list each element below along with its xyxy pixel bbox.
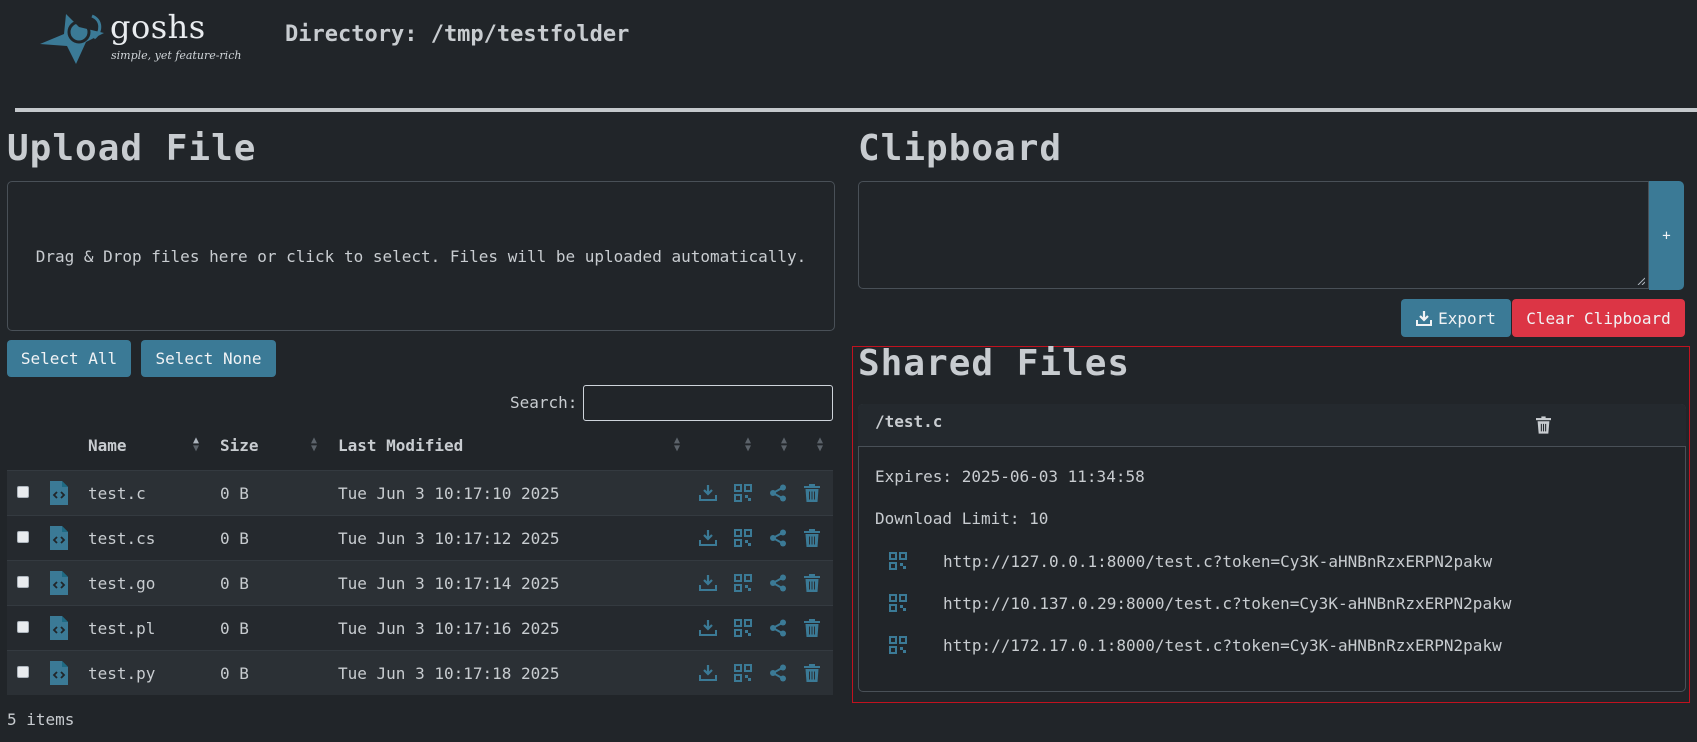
qr-code-icon[interactable]: [889, 636, 907, 654]
row-checkbox[interactable]: [17, 531, 29, 543]
share-icon[interactable]: [769, 664, 787, 682]
row-checkbox[interactable]: [17, 576, 29, 588]
file-code-icon: [48, 571, 70, 595]
file-modified: Tue Jun 3 10:17:10 2025: [338, 484, 560, 503]
download-icon[interactable]: [699, 574, 717, 592]
file-code-icon: [48, 481, 70, 505]
file-name-link[interactable]: test.cs: [88, 529, 155, 548]
qr-code-icon[interactable]: [734, 484, 752, 502]
shared-expires: Expires: 2025-06-03 11:34:58: [875, 467, 1145, 486]
shared-files-title: Shared Files: [858, 343, 1131, 384]
search-input[interactable]: [583, 385, 833, 421]
sort-modified-icon[interactable]: ▲ ▼: [673, 436, 681, 454]
row-checkbox[interactable]: [17, 621, 29, 633]
directory-title: Directory: /tmp/testfolder: [285, 22, 630, 47]
qr-code-icon[interactable]: [889, 594, 907, 612]
file-code-icon: [48, 526, 70, 550]
trash-icon[interactable]: [804, 529, 822, 547]
download-icon[interactable]: [699, 619, 717, 637]
file-name-link[interactable]: test.py: [88, 664, 155, 683]
resize-handle-icon[interactable]: [1637, 277, 1645, 285]
row-checkbox[interactable]: [17, 486, 29, 498]
table-row: test.pl 0 B Tue Jun 3 10:17:16 2025: [7, 605, 833, 650]
shared-link[interactable]: http://172.17.0.1:8000/test.c?token=Cy3K…: [943, 636, 1502, 655]
qr-code-icon[interactable]: [889, 552, 907, 570]
trash-icon[interactable]: [804, 484, 822, 502]
sort-action-icon[interactable]: ▲ ▼: [816, 436, 824, 454]
file-size: 0 B: [220, 484, 249, 503]
file-size: 0 B: [220, 664, 249, 683]
table-row: test.cs 0 B Tue Jun 3 10:17:12 2025: [7, 515, 833, 560]
upload-title: Upload File: [7, 128, 257, 169]
items-count: 5 items: [7, 710, 75, 729]
qr-code-icon[interactable]: [734, 619, 752, 637]
trash-icon[interactable]: [1536, 416, 1551, 434]
file-code-icon: [48, 661, 70, 685]
trash-icon[interactable]: [804, 664, 822, 682]
header-divider: [15, 108, 1697, 112]
sort-action-icon[interactable]: ▲ ▼: [780, 436, 788, 454]
shared-link[interactable]: http://10.137.0.29:8000/test.c?token=Cy3…: [943, 594, 1511, 613]
share-icon[interactable]: [769, 484, 787, 502]
shared-download-limit: Download Limit: 10: [875, 509, 1049, 528]
select-none-button[interactable]: Select None: [141, 340, 276, 377]
clipboard-title: Clipboard: [858, 128, 1063, 169]
search-label: Search:: [510, 393, 578, 412]
column-header-name[interactable]: Name: [88, 436, 127, 455]
share-icon[interactable]: [769, 529, 787, 547]
share-icon[interactable]: [769, 619, 787, 637]
clipboard-textarea[interactable]: [858, 181, 1649, 289]
share-icon[interactable]: [769, 574, 787, 592]
file-modified: Tue Jun 3 10:17:14 2025: [338, 574, 560, 593]
shared-file-name: /test.c: [875, 412, 943, 431]
trash-icon[interactable]: [804, 574, 822, 592]
file-modified: Tue Jun 3 10:17:12 2025: [338, 529, 560, 548]
row-checkbox[interactable]: [17, 666, 29, 678]
file-name-link[interactable]: test.go: [88, 574, 155, 593]
sort-size-icon[interactable]: ▲ ▼: [310, 436, 318, 454]
file-size: 0 B: [220, 529, 249, 548]
qr-code-icon[interactable]: [734, 574, 752, 592]
file-code-icon: [48, 616, 70, 640]
table-row: test.c 0 B Tue Jun 3 10:17:10 2025: [7, 470, 833, 515]
download-icon[interactable]: [699, 664, 717, 682]
shared-link[interactable]: http://127.0.0.1:8000/test.c?token=Cy3K-…: [943, 552, 1492, 571]
file-size: 0 B: [220, 619, 249, 638]
logo-tagline: simple, yet feature-rich: [111, 49, 242, 62]
column-header-size[interactable]: Size: [220, 436, 259, 455]
dropzone-text: Drag & Drop files here or click to selec…: [35, 246, 807, 266]
file-size: 0 B: [220, 574, 249, 593]
qr-code-icon[interactable]: [734, 529, 752, 547]
goshs-logo-icon: [40, 14, 104, 64]
upload-dropzone[interactable]: Drag & Drop files here or click to selec…: [7, 181, 835, 331]
download-icon[interactable]: [699, 484, 717, 502]
file-name-link[interactable]: test.pl: [88, 619, 155, 638]
file-modified: Tue Jun 3 10:17:18 2025: [338, 664, 560, 683]
download-icon: [1416, 311, 1433, 326]
export-label: Export: [1438, 308, 1496, 328]
download-icon[interactable]: [699, 529, 717, 547]
file-name-link[interactable]: test.c: [88, 484, 146, 503]
trash-icon[interactable]: [804, 619, 822, 637]
table-row: test.py 0 B Tue Jun 3 10:17:18 2025: [7, 650, 833, 695]
column-header-last-modified[interactable]: Last Modified: [338, 436, 463, 455]
logo-name: goshs: [110, 8, 206, 46]
sort-name-icon[interactable]: ▲ ▼: [192, 436, 200, 454]
shared-file-card-header: [858, 404, 1686, 447]
sort-action-icon[interactable]: ▲ ▼: [744, 436, 752, 454]
clear-clipboard-button[interactable]: Clear Clipboard: [1512, 299, 1685, 337]
table-row: test.go 0 B Tue Jun 3 10:17:14 2025: [7, 560, 833, 605]
clipboard-add-button[interactable]: +: [1649, 181, 1684, 290]
select-all-button[interactable]: Select All: [7, 340, 131, 377]
file-modified: Tue Jun 3 10:17:16 2025: [338, 619, 560, 638]
qr-code-icon[interactable]: [734, 664, 752, 682]
export-button[interactable]: Export: [1401, 299, 1511, 337]
